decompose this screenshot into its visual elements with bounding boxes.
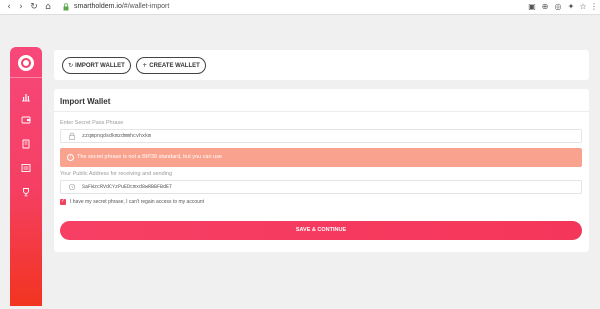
save-continue-button[interactable]: SAVE & CONTINUE xyxy=(60,221,582,240)
lock-icon xyxy=(63,3,69,11)
lock-icon xyxy=(69,132,75,140)
agree-label: I have my secret phrase, I can't regain … xyxy=(70,199,205,205)
create-wallet-label: CREATE WALLET xyxy=(149,63,200,69)
url-path: /#/wallet-import xyxy=(121,3,170,10)
sidebar xyxy=(10,47,42,306)
agree-checkbox[interactable]: ✓ xyxy=(60,198,66,205)
back-icon[interactable]: ‹ xyxy=(4,2,14,12)
passphrase-input[interactable]: zzqmpnqdsdkmzdmmhcvhxkm xyxy=(60,129,582,143)
passphrase-label: Enter Secret Pass Phrase xyxy=(60,120,124,126)
import-wallet-card: Import Wallet Enter Secret Pass Phrase z… xyxy=(54,89,589,252)
chart-icon[interactable] xyxy=(21,92,31,102)
puzzle-icon[interactable]: ✦ xyxy=(566,2,576,12)
warning-icon: ! xyxy=(67,154,74,161)
sidebar-divider xyxy=(10,77,42,78)
warning-alert: ! The secret phrase is not a BIP39 stand… xyxy=(60,148,582,167)
menu-icon[interactable]: ⋮ xyxy=(589,2,599,12)
browser-toolbar: ‹ › ↻ ⌂ smartholdem.io/#/wallet-import ▣… xyxy=(0,0,600,15)
warning-text: The secret phrase is not a BIP39 standar… xyxy=(77,154,222,160)
url-host: smartholdem.io xyxy=(74,3,122,10)
title-divider xyxy=(54,111,589,112)
trophy-icon[interactable] xyxy=(21,187,31,197)
app-logo[interactable] xyxy=(18,55,34,71)
address-bar[interactable]: smartholdem.io/#/wallet-import xyxy=(74,2,169,12)
home-icon[interactable]: ⌂ xyxy=(43,2,53,12)
download-icon[interactable]: ⊕ xyxy=(540,2,550,12)
star-icon[interactable]: ☆ xyxy=(578,2,588,12)
reload-icon[interactable]: ↻ xyxy=(29,2,39,12)
forward-icon[interactable]: › xyxy=(16,2,26,12)
wallet-tabs-card: ↻ IMPORT WALLET + CREATE WALLET xyxy=(54,50,589,80)
list-icon[interactable] xyxy=(21,163,31,173)
import-wallet-button[interactable]: ↻ IMPORT WALLET xyxy=(62,57,131,74)
book-icon[interactable] xyxy=(21,139,31,149)
address-icon xyxy=(68,183,76,191)
check-icon: ✓ xyxy=(61,198,66,204)
refresh-icon: ↻ xyxy=(68,62,74,69)
passphrase-value: zzqmpnqdsdkmzdmmhcvhxkm xyxy=(82,133,152,139)
import-wallet-label: IMPORT WALLET xyxy=(75,63,125,69)
create-wallet-button[interactable]: + CREATE WALLET xyxy=(136,57,206,74)
wallet-icon[interactable] xyxy=(21,115,31,125)
address-label: Your Public Address for receiving and se… xyxy=(60,171,173,177)
plus-icon: + xyxy=(142,62,148,69)
address-value: SaFWzcRVdCYzPuEDcmxd8wRBBFBdET xyxy=(82,184,173,190)
address-input[interactable]: SaFWzcRVdCYzPuEDcmxd8wRBBFBdET xyxy=(60,180,582,194)
page-title: Import Wallet xyxy=(60,97,111,106)
extension-icon[interactable]: ◎ xyxy=(553,2,563,12)
bookmark-icon[interactable]: ▣ xyxy=(527,2,537,12)
